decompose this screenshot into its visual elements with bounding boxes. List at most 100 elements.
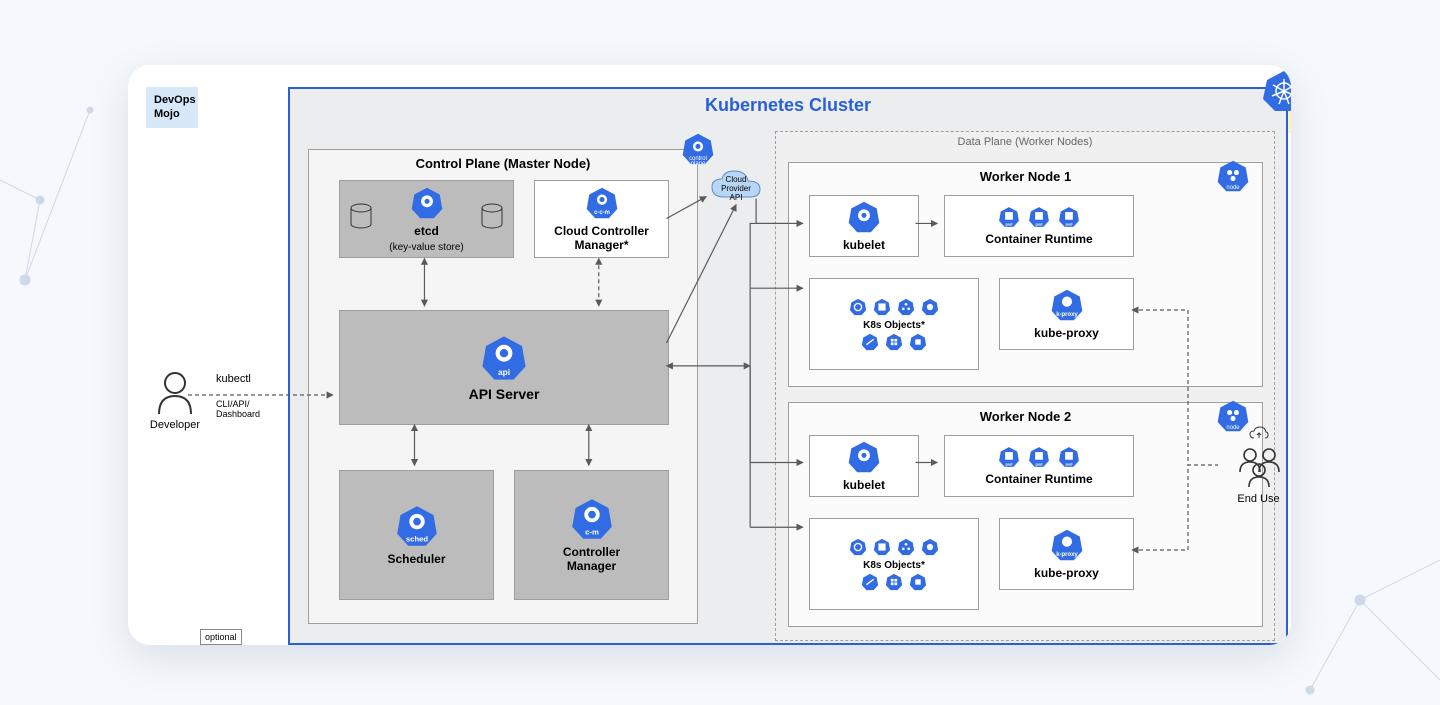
ing-icon (861, 333, 879, 351)
cylinder-icon (481, 203, 503, 234)
worker-node-2-box: Worker Node 2 node kubelet pod pod pod (788, 402, 1263, 627)
svg-text:sched: sched (405, 534, 428, 543)
ing-icon (861, 573, 879, 591)
kubelet-icon (847, 440, 881, 474)
runtime-label: Container Runtime (985, 232, 1092, 246)
person-icon (155, 370, 195, 414)
svg-text:pod: pod (1005, 462, 1013, 466)
kubernetes-cluster-box: Kubernetes Cluster Control Plane (Master… (288, 87, 1288, 645)
cloud-provider-api: Cloud Provider API (710, 169, 772, 208)
svg-text:c-m: c-m (585, 527, 599, 536)
kubelet-component: kubelet (809, 195, 919, 257)
end-user-actor: End Use (1226, 425, 1291, 505)
pod-icon: pod (998, 206, 1020, 228)
obj-icon (885, 333, 903, 351)
svg-text:c-c-m: c-c-m (594, 210, 610, 216)
legend-optional: optional (200, 629, 242, 645)
svg-text:api: api (498, 366, 510, 376)
api-server-component: api API Server (339, 310, 669, 425)
etcd-icon (410, 186, 444, 220)
etcd-sub: (key-value store) (389, 242, 463, 253)
svg-text:pod: pod (1065, 222, 1073, 226)
svc-icon (897, 298, 915, 316)
data-plane-box: Data Plane (Worker Nodes) Worker Node 1 … (775, 131, 1275, 641)
node-badge-icon: node (1216, 159, 1250, 193)
kubelet-component: kubelet (809, 435, 919, 497)
cloud-upload-icon (1249, 425, 1269, 441)
cloud-controller-manager-component: c-c-m Cloud Controller Manager* (534, 180, 669, 258)
pod-icon: pod (1058, 446, 1080, 468)
controller-manager-component: c-m Controller Manager (514, 470, 669, 600)
cm-label: Controller Manager (563, 545, 620, 573)
enduser-label: End Use (1226, 493, 1291, 505)
worker-node-1-box: Worker Node 1 node kubelet pod pod pod (788, 162, 1263, 387)
cli-label: CLI/API/ Dashboard (216, 399, 278, 419)
svg-text:pod: pod (1035, 222, 1043, 226)
kubelet-icon (847, 200, 881, 234)
cm-icon: c-m (570, 497, 614, 541)
developer-actor: Developer (140, 370, 210, 431)
kproxy-icon: k-proxy (1050, 288, 1084, 322)
api-icon: api (480, 334, 528, 382)
api-label: API Server (469, 386, 540, 402)
ccm-label: Cloud Controller Manager* (554, 224, 649, 252)
svg-text:pod: pod (1065, 462, 1073, 466)
etcd-label: etcd (414, 224, 439, 238)
data-plane-title: Data Plane (Worker Nodes) (776, 132, 1274, 152)
kubelet-label: kubelet (843, 478, 885, 492)
control-plane-box: Control Plane (Master Node) control plan… (308, 149, 698, 624)
container-runtime-component: pod pod pod Container Runtime (944, 435, 1134, 497)
job-icon (909, 573, 927, 591)
container-runtime-component: pod pod pod Container Runtime (944, 195, 1134, 257)
k8s-objects-label: K8s Objects* (863, 560, 925, 571)
pod-icon: pod (998, 446, 1020, 468)
rs-icon (873, 298, 891, 316)
users-icon (1236, 446, 1282, 488)
kproxy-icon: k-proxy (1050, 528, 1084, 562)
worker-node-2-title: Worker Node 2 (789, 403, 1262, 430)
job-icon (909, 333, 927, 351)
cloud-text: Cloud Provider API (710, 175, 762, 202)
deploy-icon (849, 538, 867, 556)
control-plane-badge-icon: control plane (681, 132, 715, 166)
svg-text:pod: pod (1035, 462, 1043, 466)
kubectl-label: kubectl (216, 373, 278, 385)
worker-node-1-title: Worker Node 1 (789, 163, 1262, 190)
svg-text:k-proxy: k-proxy (1056, 552, 1078, 558)
cluster-title: Kubernetes Cluster (705, 95, 871, 116)
sticky-text: DevOps Mojo (154, 93, 190, 122)
legend-text: optional (205, 632, 237, 642)
kproxy-label: kube-proxy (1034, 566, 1099, 580)
configmap-icon (921, 538, 939, 556)
sticky-devops-mojo: DevOps Mojo (146, 87, 198, 128)
control-plane-title: Control Plane (Master Node) (309, 150, 697, 177)
runtime-label: Container Runtime (985, 472, 1092, 486)
pod-icon: pod (1028, 206, 1050, 228)
ccm-icon: c-c-m (585, 186, 619, 220)
svg-text:plane: plane (691, 161, 706, 166)
sched-icon: sched (395, 504, 439, 548)
svg-text:node: node (1226, 185, 1240, 191)
pod-icon: pod (1028, 446, 1050, 468)
kproxy-label: kube-proxy (1034, 326, 1099, 340)
svc-icon (897, 538, 915, 556)
svg-text:pod: pod (1005, 222, 1013, 226)
cylinder-icon (350, 203, 372, 234)
obj-icon (885, 573, 903, 591)
etcd-component: etcd (key-value store) (339, 180, 514, 258)
kubectl-labels: kubectl CLI/API/ Dashboard (216, 373, 278, 419)
scheduler-component: sched Scheduler (339, 470, 494, 600)
kubelet-label: kubelet (843, 238, 885, 252)
scheduler-label: Scheduler (387, 552, 445, 566)
developer-label: Developer (140, 419, 210, 431)
svg-text:k-proxy: k-proxy (1056, 312, 1078, 318)
configmap-icon (921, 298, 939, 316)
k8s-objects-label: K8s Objects* (863, 320, 925, 331)
kubernetes-logo-icon (1262, 69, 1291, 113)
pod-icon: pod (1058, 206, 1080, 228)
kube-proxy-component: k-proxy kube-proxy (999, 518, 1134, 590)
k8s-objects-component: K8s Objects* (809, 518, 979, 610)
k8s-objects-component: K8s Objects* (809, 278, 979, 370)
diagram-card: DevOps Mojo Ashish Pat Developer kubectl… (128, 65, 1291, 645)
kube-proxy-component: k-proxy kube-proxy (999, 278, 1134, 350)
